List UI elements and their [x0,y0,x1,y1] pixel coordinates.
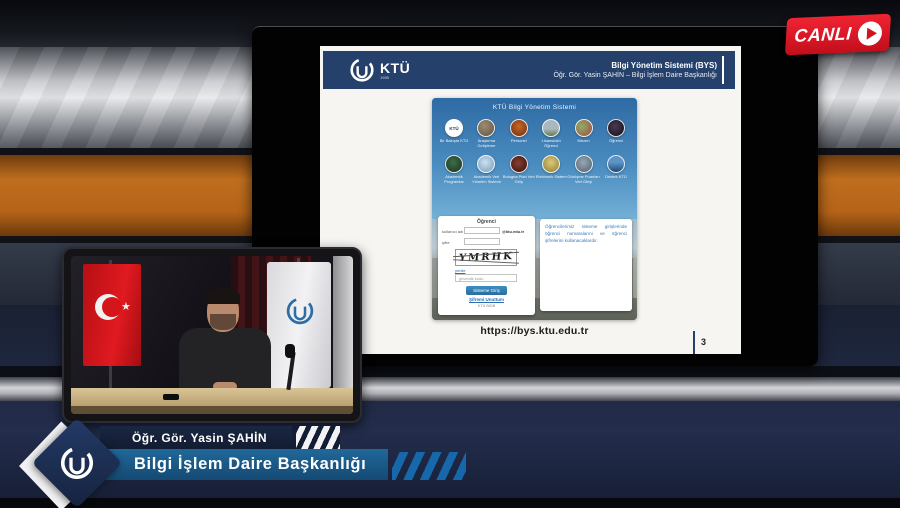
tile-icon [477,119,495,137]
department-name: Bilgi İşlem Daire Başkanlığı [134,455,366,474]
tile-icon [510,119,528,137]
desk-edge [71,406,353,414]
tile-label: Elektronik Sistem [534,175,568,180]
tile-label: Mezun [567,139,601,144]
crescent-icon-cut [102,297,122,317]
username-label: kullanıcı adı [442,229,463,234]
tile-label: Görüşme Puanları Veri Girişi [567,175,601,184]
tile-icon: KTÜ [445,119,463,137]
tile-label: Akademik Programlar [437,175,471,184]
bys-url: https://bys.ktu.edu.tr [432,325,637,337]
live-badge-label: CANLI [794,23,853,47]
tile-ogrenci[interactable]: Öğrenci [601,119,631,148]
page-number-divider [693,331,695,354]
tile-icon [510,155,528,173]
department-bar-stripes [392,452,466,480]
ktu-emblem-icon [59,445,95,481]
webpage-title: KTÜ Bilgi Yönetim Sistemi [432,104,637,111]
info-card: Öğrencilerimiz sisteme girişlerinde öğre… [540,219,632,311]
tile-label: Destek KTÜ [599,175,633,180]
diagonal-stripes [296,426,340,449]
slide-title: Bilgi Yönetim Sistemi (BYS) [611,61,717,70]
tile-elektronik[interactable]: Elektronik Sistem [536,155,566,184]
lower-third-department-bar: Bilgi İşlem Daire Başkanlığı [100,449,388,480]
tile-gorusme-puanlari[interactable]: Görüşme Puanları Veri Girişi [569,155,599,184]
tile-label: Öğrenci [599,139,633,144]
presenter-hair [206,288,240,304]
page-number: 3 [701,337,706,347]
tile-row-2: Akademik Programlar Akademik Veri Yöneti… [439,155,631,184]
broadcast-frame: KTÜ 1955 Bilgi Yönetim Sistemi (BYS) Öğr… [0,0,900,508]
forgot-password-link[interactable]: Şifremi Unuttum [438,297,535,302]
tile-icon [607,119,625,137]
play-icon [857,21,882,46]
microphone-icon [285,344,295,358]
student-info-text: Öğrencilerimiz sisteme girişlerinde öğre… [545,224,627,245]
ktu-logo: KTÜ 1955 [349,57,410,83]
tile-row-1: KTÜ Bir Bakışta KTÜ Araştırma Geliştirme… [439,119,631,148]
tile-label: Personel [502,139,536,144]
turkish-flag: ★ [83,264,141,366]
tile-mezun[interactable]: Mezun [569,119,599,148]
tile-icon [575,155,593,173]
presenter-video: ★ [62,247,362,423]
live-badge: CANLI [785,14,891,56]
tile-label: Akademik Veri Yönetim Sistemi [469,175,503,184]
presenter-beard [210,314,236,330]
tile-icon [575,119,593,137]
tile-destek[interactable]: Destek KTÜ [601,155,631,184]
ktu-logo-text: KTÜ [380,61,410,75]
tile-label: Bologna Plan Veri Giriş [502,175,536,184]
tile-bir-bakista-ktu[interactable]: KTÜ Bir Bakışta KTÜ [439,119,469,148]
slide-header: KTÜ 1955 Bilgi Yönetim Sistemi (BYS) Öğr… [323,51,735,89]
captcha-refresh-link[interactable]: yenile [455,268,465,273]
slide-header-divider [722,56,724,84]
tile-akademik-veri[interactable]: Akademik Veri Yönetim Sistemi [471,155,501,184]
tile-bologna[interactable]: Bologna Plan Veri Giriş [504,155,534,184]
tile-label: Araştırma Geliştirme [469,139,503,148]
tile-icon [542,155,560,173]
tile-arastirma[interactable]: Araştırma Geliştirme [471,119,501,148]
login-title: Öğrenci [438,219,535,225]
password-label: şifre [442,240,450,245]
login-submit-button[interactable]: Sisteme Giriş [466,286,507,295]
presenter-name: Öğr. Gör. Yasin ŞAHİN [132,431,267,445]
remote-control [163,394,179,400]
tile-lisansustu[interactable]: Lisansüstü Öğrenci [536,119,566,148]
password-input[interactable] [464,238,500,245]
background-foot [0,498,900,508]
studio-scene: ★ [71,256,353,414]
tile-label: Lisansüstü Öğrenci [534,139,568,148]
username-input[interactable] [464,227,500,234]
ktu-flag-emblem-icon [285,296,315,326]
login-card: Öğrenci kullanıcı adı @ktu.edu.tr şifre … [438,216,535,315]
tile-akademik-programlar[interactable]: Akademik Programlar [439,155,469,184]
tile-ktu-mark: KTÜ [449,126,458,131]
tile-personel[interactable]: Personel [504,119,534,148]
captcha-code-input[interactable]: güvenlik kodu [455,274,517,282]
username-domain: @ktu.edu.tr [502,229,524,234]
star-icon: ★ [121,300,131,313]
tile-icon [607,155,625,173]
slide: KTÜ 1955 Bilgi Yönetim Sistemi (BYS) Öğr… [320,46,741,354]
bys-webpage-screenshot: KTÜ Bilgi Yönetim Sistemi KTÜ Bir Bakışt… [432,98,637,320]
tile-label: Bir Bakışta KTÜ [437,139,471,144]
slide-subtitle: Öğr. Gör. Yasin ŞAHİN – Bilgi İşlem Dair… [553,72,717,79]
slide-header-titles: Bilgi Yönetim Sistemi (BYS) Öğr. Gör. Ya… [553,51,717,89]
tile-icon [477,155,495,173]
name-bar-stripes [292,426,340,449]
lower-third-name-bar: Öğr. Gör. Yasin ŞAHİN [100,426,292,449]
tile-icon [445,155,463,173]
tile-icon [542,119,560,137]
login-fine-print: KTÜ BİDB [438,304,535,308]
ktu-emblem-icon [349,57,375,83]
